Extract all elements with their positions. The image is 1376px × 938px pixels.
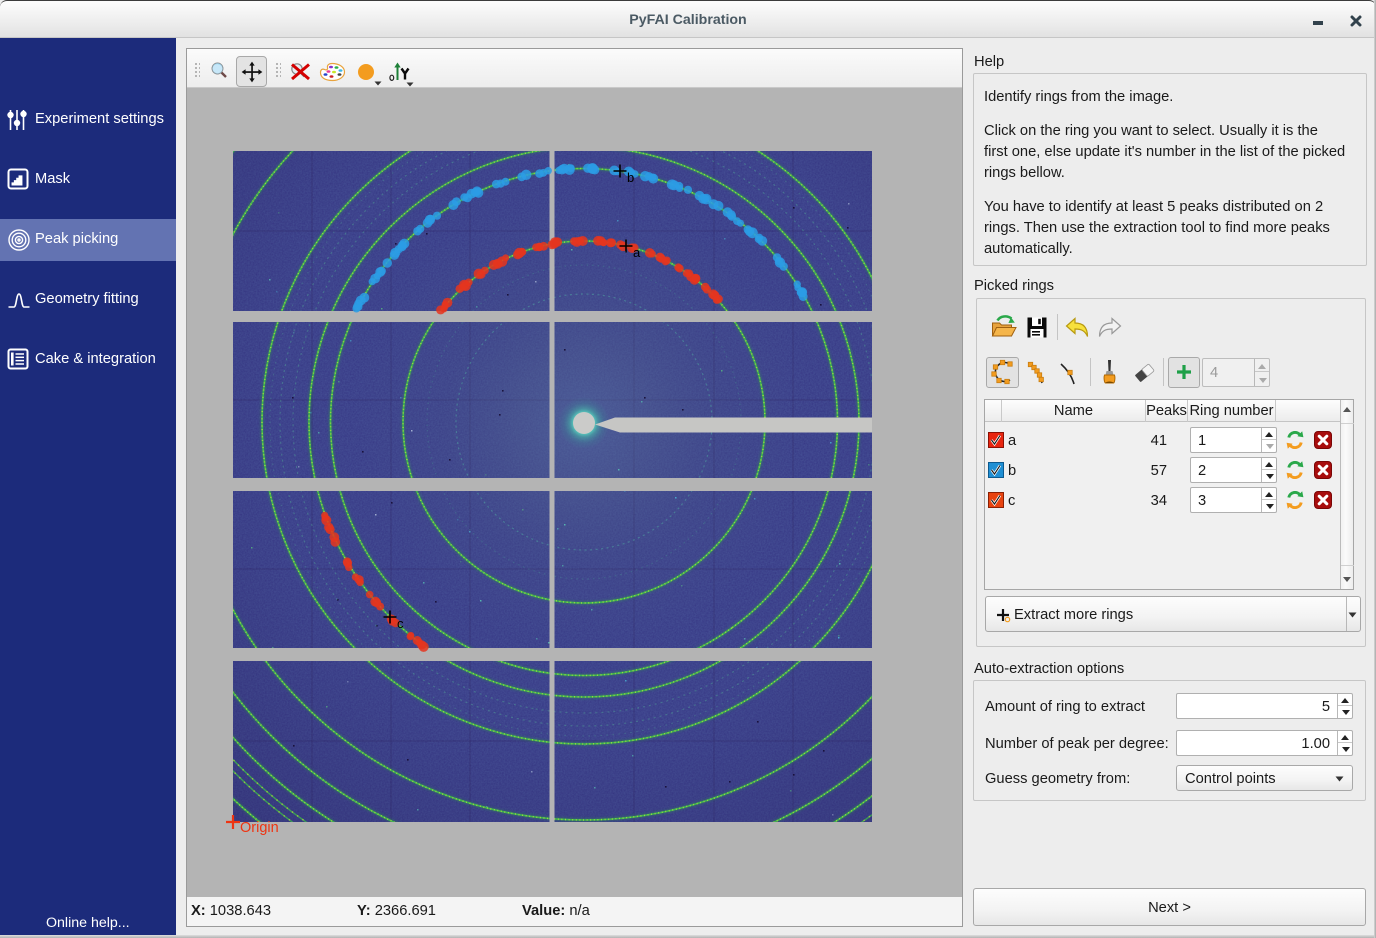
svg-text:Origin: Origin: [240, 820, 279, 836]
svg-text:b: b: [627, 170, 634, 185]
svg-text:c: c: [397, 616, 404, 631]
svg-text:a: a: [633, 245, 641, 260]
